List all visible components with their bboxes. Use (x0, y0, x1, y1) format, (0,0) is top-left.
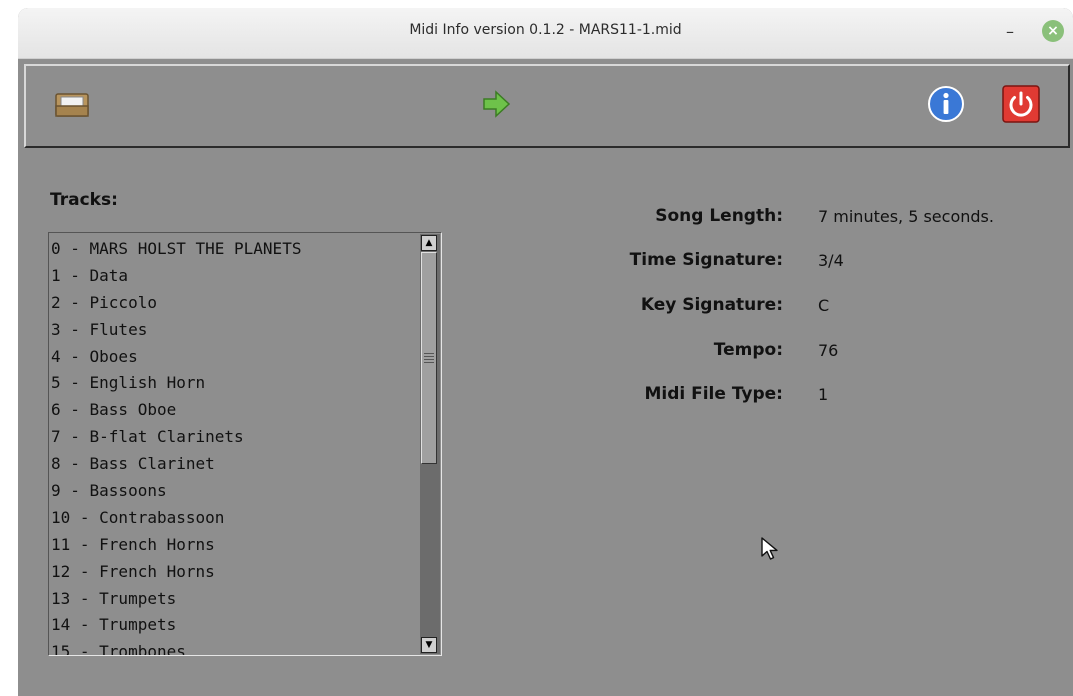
list-item[interactable]: 3 - Flutes (51, 316, 417, 343)
scrollbar-grip (424, 353, 434, 354)
list-item[interactable]: 5 - English Horn (51, 369, 417, 396)
toolbar (24, 64, 1070, 148)
list-item[interactable]: 9 - Bassoons (51, 477, 417, 504)
tracks-label: Tracks: (50, 190, 118, 210)
tempo-label: Tempo: (713, 340, 783, 360)
quit-button[interactable] (1001, 84, 1041, 124)
window-title: Midi Info version 0.1.2 - MARS11-1.mid (409, 22, 682, 38)
close-button[interactable]: × (1042, 20, 1064, 42)
info-icon (928, 86, 964, 122)
list-item[interactable]: 14 - Trumpets (51, 611, 417, 638)
mouse-cursor-icon (761, 537, 778, 560)
song-length-label: Song Length: (655, 206, 783, 226)
list-item[interactable]: 0 - MARS HOLST THE PLANETS (51, 235, 417, 262)
list-item[interactable]: 4 - Oboes (51, 343, 417, 370)
scrollbar-thumb[interactable] (421, 252, 437, 464)
list-item[interactable]: 1 - Data (51, 262, 417, 289)
list-item[interactable]: 6 - Bass Oboe (51, 396, 417, 423)
midi-file-type-label: Midi File Type: (644, 384, 783, 404)
run-button[interactable] (476, 84, 516, 124)
tracks-list[interactable]: 0 - MARS HOLST THE PLANETS 1 - Data 2 - … (51, 235, 417, 655)
minimize-button[interactable]: – (998, 20, 1022, 44)
scrollbar-grip (424, 359, 434, 360)
list-item[interactable]: 11 - French Horns (51, 531, 417, 558)
midi-info-window: Midi Info version 0.1.2 - MARS11-1.mid –… (18, 8, 1073, 696)
scrollbar-grip (424, 356, 434, 357)
tracks-listbox[interactable]: 0 - MARS HOLST THE PLANETS 1 - Data 2 - … (48, 232, 442, 656)
green-arrow-right-icon (483, 90, 511, 118)
list-item[interactable]: 15 - Trombones (51, 638, 417, 655)
open-file-button[interactable] (52, 84, 92, 124)
time-signature-label: Time Signature: (629, 250, 783, 270)
folder-open-icon (55, 93, 89, 117)
key-signature-value: C (818, 296, 830, 315)
power-icon (1002, 85, 1040, 123)
list-item[interactable]: 13 - Trumpets (51, 585, 417, 612)
time-signature-value: 3/4 (818, 251, 844, 270)
list-item[interactable]: 8 - Bass Clarinet (51, 450, 417, 477)
list-item[interactable]: 12 - French Horns (51, 558, 417, 585)
scroll-up-button[interactable]: ▲ (421, 235, 437, 251)
list-item[interactable]: 7 - B-flat Clarinets (51, 423, 417, 450)
song-length-value: 7 minutes, 5 seconds. (818, 207, 994, 226)
about-button[interactable] (926, 84, 966, 124)
list-item[interactable]: 2 - Piccolo (51, 289, 417, 316)
key-signature-label: Key Signature: (640, 295, 783, 315)
scroll-down-button[interactable]: ▼ (421, 637, 437, 653)
title-bar[interactable]: Midi Info version 0.1.2 - MARS11-1.mid –… (18, 8, 1073, 59)
midi-file-type-value: 1 (818, 385, 829, 404)
scrollbar-grip (424, 362, 434, 363)
list-item[interactable]: 10 - Contrabassoon (51, 504, 417, 531)
tempo-value: 76 (818, 341, 839, 360)
tracks-scrollbar[interactable]: ▲ ▼ (420, 234, 440, 654)
